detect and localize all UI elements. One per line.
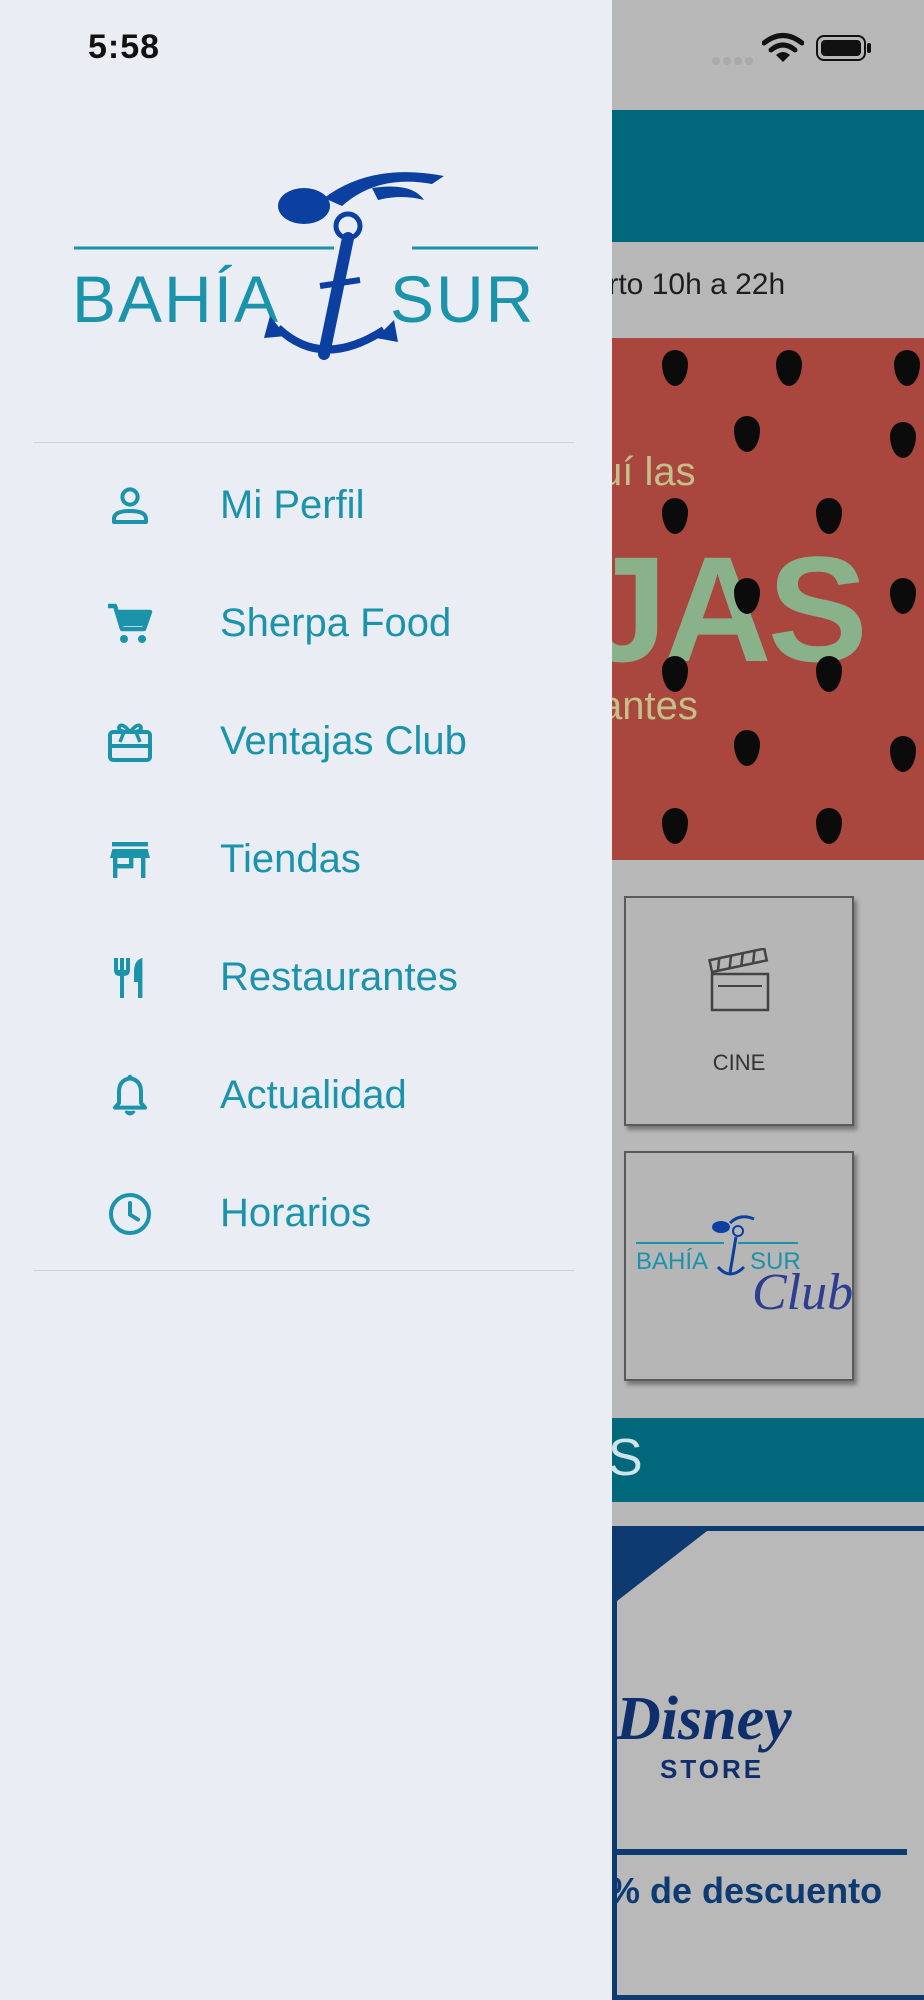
banner-line-3: antes (612, 684, 698, 728)
clapperboard-icon (708, 948, 770, 1012)
bahia-sur-club-logo: BAHÍA SUR Club (636, 1215, 852, 1321)
seed-decoration (890, 578, 916, 614)
disney-logo-text: Disney (616, 1685, 792, 1753)
menu-label: Sherpa Food (220, 601, 452, 645)
section-header-bar (612, 1418, 924, 1502)
menu-item-ventajas-club[interactable]: Ventajas Club (0, 683, 612, 801)
drawer-divider-top (34, 442, 574, 443)
seed-decoration (662, 808, 688, 844)
page-header-bar (612, 110, 924, 242)
section-title: S (608, 1429, 643, 1487)
drawer-menu: Mi Perfil Sherpa Food Ventajas Club Tien… (0, 447, 612, 1273)
battery-icon (816, 35, 871, 61)
seed-decoration (734, 730, 760, 766)
cine-label: CINE (712, 1050, 766, 1075)
club-word: Club (752, 1264, 852, 1321)
menu-item-mi-perfil[interactable]: Mi Perfil (0, 447, 612, 565)
promo-divider (617, 1849, 907, 1855)
seed-decoration (890, 422, 916, 458)
menu-label: Actualidad (220, 1073, 407, 1117)
person-icon (112, 487, 148, 524)
cine-tile[interactable]: CINE (624, 896, 854, 1126)
menu-label: Horarios (220, 1191, 372, 1235)
seed-decoration (890, 736, 916, 772)
disney-store-text: STORE (660, 1754, 765, 1784)
menu-item-restaurantes[interactable]: Restaurantes (0, 919, 612, 1037)
seed-decoration (662, 350, 688, 386)
menu-item-sherpa-food[interactable]: Sherpa Food (0, 565, 612, 683)
store-icon (110, 842, 150, 878)
drawer-divider-bottom (34, 1270, 574, 1271)
promo-banner[interactable]: uí las JAS antes (612, 338, 924, 860)
seed-decoration (776, 350, 802, 386)
wifi-icon (762, 33, 804, 62)
menu-item-horarios[interactable]: Horarios (0, 1155, 612, 1273)
seed-decoration (816, 808, 842, 844)
restaurant-icon (114, 958, 143, 998)
opening-hours-text: ierto 10h a 22h (585, 268, 786, 301)
menu-label: Tiendas (220, 837, 361, 881)
status-time: 5:58 (88, 28, 161, 66)
seed-decoration (734, 416, 760, 452)
promo-discount-text: % de descuento (608, 1870, 883, 1911)
signal-icon (712, 52, 756, 65)
status-bar: 5:58 (0, 0, 924, 100)
bell-icon (113, 1074, 147, 1116)
menu-label: Ventajas Club (220, 719, 467, 763)
menu-item-tiendas[interactable]: Tiendas (0, 801, 612, 919)
cart-icon (108, 603, 153, 643)
menu-item-actualidad[interactable]: Actualidad (0, 1037, 612, 1155)
bahia-sur-logo: BAHÍA SUR (72, 172, 538, 360)
logo-text-right: SUR (390, 262, 535, 336)
menu-label: Restaurantes (220, 955, 458, 999)
club-logo-left: BAHÍA (636, 1248, 708, 1275)
club-tile[interactable]: BAHÍA SUR Club (624, 1151, 854, 1381)
clock-icon (109, 1193, 151, 1235)
gift-card-icon (108, 723, 152, 762)
navigation-drawer: BAHÍA SUR Mi Perfil Sherpa Food Ventajas… (0, 0, 612, 2000)
disney-promo-card[interactable] (612, 1526, 924, 2000)
promo-corner-ribbon (617, 1531, 707, 1601)
menu-label: Mi Perfil (220, 483, 365, 527)
logo-text-left: BAHÍA (72, 262, 280, 336)
banner-line-1: uí las (612, 450, 696, 494)
seed-decoration (894, 350, 920, 386)
